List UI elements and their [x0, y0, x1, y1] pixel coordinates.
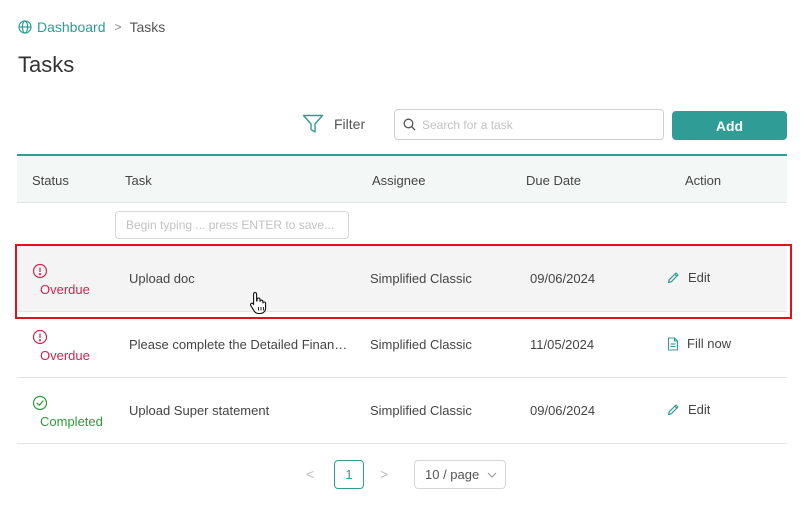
- action-label: Edit: [688, 402, 711, 417]
- exclamation-circle-icon: [32, 329, 48, 345]
- toolbar: Filter Add: [0, 109, 807, 141]
- pagination-page-1[interactable]: 1: [334, 460, 364, 489]
- pagination-prev-button[interactable]: <: [306, 466, 314, 482]
- breadcrumb-dashboard-label: Dashboard: [37, 19, 106, 35]
- tasks-table: Status Task Assignee Due Date Action Ove…: [17, 154, 787, 444]
- edit-action[interactable]: Edit: [667, 270, 710, 285]
- status-badge: Overdue: [32, 329, 90, 363]
- page-size-value: 10 / page: [425, 467, 480, 482]
- assignee-name: Simplified Classic: [370, 403, 472, 418]
- column-header-due-date: Due Date: [526, 173, 581, 188]
- column-header-task: Task: [125, 173, 152, 188]
- breadcrumb-current: Tasks: [129, 19, 166, 35]
- add-button[interactable]: Add: [672, 111, 787, 140]
- page-size-select[interactable]: 10 / page: [414, 460, 506, 489]
- table-header: Status Task Assignee Due Date Action: [17, 154, 787, 203]
- task-name: Please complete the Detailed Financ...: [129, 337, 351, 352]
- status-label: Overdue: [40, 282, 90, 297]
- hand-pointer-cursor-icon: [249, 291, 267, 315]
- assignee-name: Simplified Classic: [370, 271, 472, 286]
- breadcrumb-dashboard-link[interactable]: Dashboard: [18, 19, 106, 35]
- search-box[interactable]: [394, 109, 664, 140]
- exclamation-circle-icon: [32, 263, 48, 279]
- funnel-icon: [302, 114, 324, 133]
- new-task-input[interactable]: [115, 211, 349, 239]
- pencil-icon: [667, 272, 679, 284]
- check-circle-icon: [32, 395, 48, 411]
- filter-button[interactable]: Filter: [302, 114, 365, 134]
- column-header-status: Status: [32, 173, 69, 188]
- edit-action[interactable]: Edit: [667, 402, 710, 417]
- due-date: 09/06/2024: [530, 403, 596, 418]
- new-task-row: [17, 203, 787, 246]
- due-date: 11/05/2024: [530, 337, 595, 352]
- table-row[interactable]: Overdue Please complete the Detailed Fin…: [17, 312, 787, 378]
- status-badge: Overdue: [32, 263, 90, 297]
- globe-icon: [18, 20, 32, 34]
- status-label: Completed: [40, 414, 103, 429]
- fill-now-action[interactable]: Fill now: [667, 336, 731, 351]
- breadcrumb-separator: >: [114, 20, 122, 34]
- task-name: Upload Super statement: [129, 403, 270, 418]
- table-row[interactable]: Overdue Upload doc Simplified Classic 09…: [17, 246, 787, 312]
- action-label: Edit: [688, 270, 711, 285]
- assignee-name: Simplified Classic: [370, 337, 472, 352]
- search-icon: [403, 118, 416, 131]
- status-label: Overdue: [40, 348, 90, 363]
- column-header-action: Action: [685, 173, 722, 188]
- filter-label: Filter: [334, 116, 366, 132]
- pagination: < 1 > 10 / page: [0, 460, 807, 490]
- pagination-next-button[interactable]: >: [380, 466, 388, 482]
- breadcrumb: Dashboard > Tasks: [18, 19, 165, 35]
- table-row[interactable]: Completed Upload Super statement Simplif…: [17, 378, 787, 444]
- page-title: Tasks: [18, 52, 75, 77]
- column-header-assignee: Assignee: [372, 173, 426, 188]
- due-date: 09/06/2024: [530, 271, 596, 286]
- chevron-down-icon: [487, 472, 497, 478]
- search-input[interactable]: [422, 117, 652, 132]
- pencil-icon: [667, 404, 679, 416]
- task-name: Upload doc: [129, 271, 195, 286]
- status-badge: Completed: [32, 395, 103, 429]
- action-label: Fill now: [687, 336, 732, 351]
- document-icon: [667, 336, 679, 351]
